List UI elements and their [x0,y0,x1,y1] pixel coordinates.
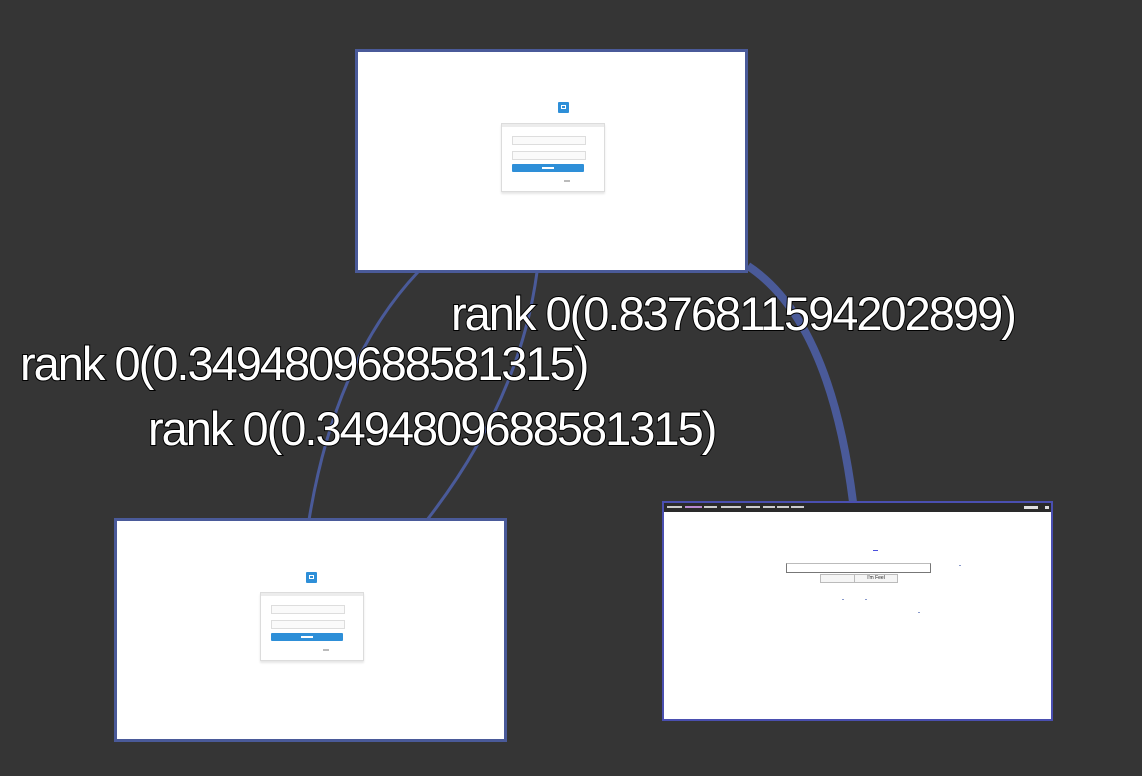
page-dot [918,612,920,613]
screenshot-node-login-b[interactable] [114,518,507,742]
top-navigation-bar [664,503,1051,512]
screenshot-node-search[interactable]: I'm Feel [662,501,1053,721]
page-dot [865,599,867,600]
login-link [564,180,570,182]
login-button [271,633,343,641]
settings-icon [1045,506,1049,509]
nav-item [746,506,760,508]
nav-item [777,506,789,508]
page-dot [842,599,844,600]
login-link [323,649,329,651]
nav-item [721,506,741,508]
app-logo-icon [558,102,569,113]
app-logo-icon [306,572,317,583]
nav-item [763,506,775,508]
search-input [786,563,931,573]
page-dot [959,565,961,566]
login-button [512,164,584,172]
password-field [512,151,586,160]
edge-label-a-to-b-1: rank 0(0.3494809688581315) [19,337,590,390]
nav-item [667,506,682,508]
logo-mark [873,550,878,551]
login-card [501,123,605,192]
search-button [820,574,855,583]
account-button [1024,506,1038,509]
nav-item [685,506,702,508]
username-field [512,136,586,145]
nav-item [791,506,804,508]
edge-label-a-to-b-2: rank 0(0.3494809688581315) [147,402,718,455]
lucky-button: I'm Feel [854,574,898,583]
nav-item [704,506,717,508]
login-card [260,592,364,661]
screenshot-node-login-a[interactable] [355,49,748,273]
password-field [271,620,345,629]
edge-label-a-to-c: rank 0(0.8376811594202899) [450,287,1018,340]
username-field [271,605,345,614]
edge-a-to-b-left [307,270,420,521]
